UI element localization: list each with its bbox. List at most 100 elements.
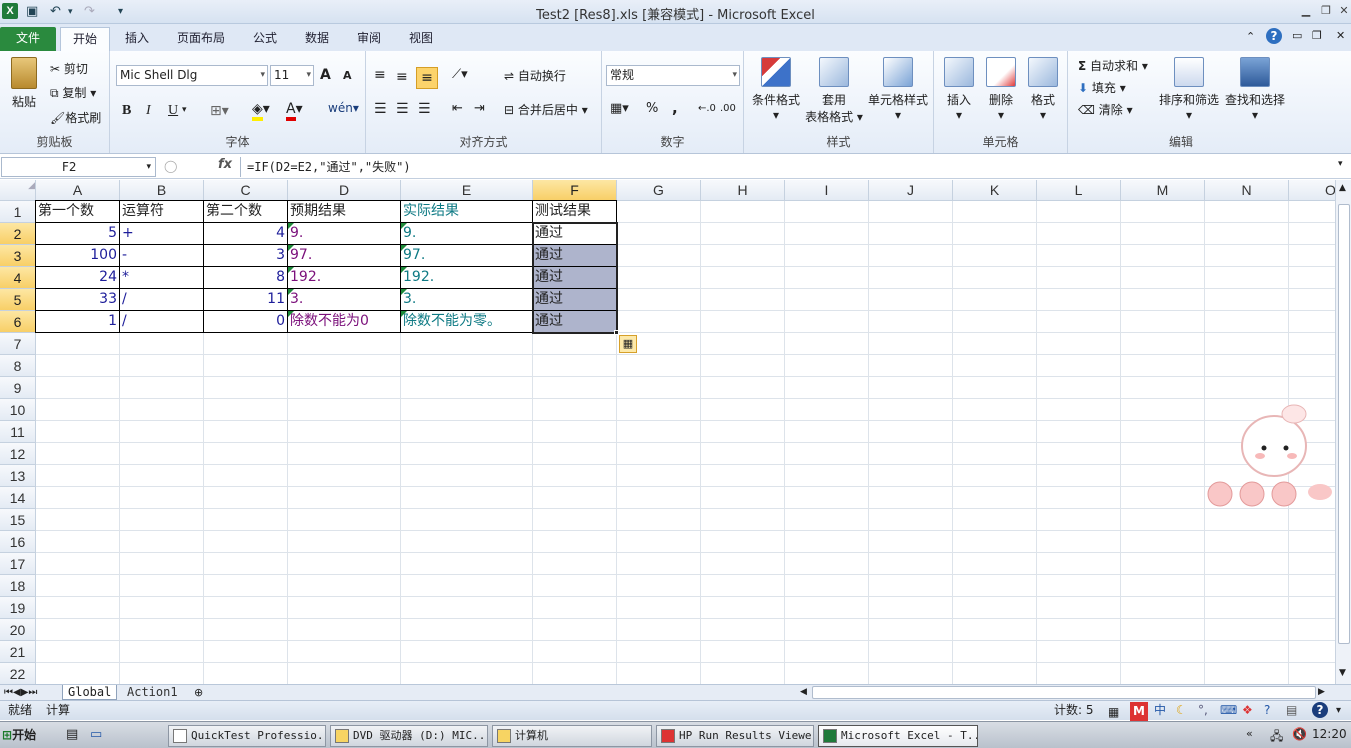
tab-home[interactable]: 开始: [60, 27, 110, 51]
cell[interactable]: [785, 311, 869, 333]
cell[interactable]: [401, 597, 533, 619]
cell[interactable]: [533, 333, 617, 355]
cell[interactable]: [785, 399, 869, 421]
cell[interactable]: [120, 509, 204, 531]
taskbar-item-quicktest[interactable]: QuickTest Professio...: [168, 725, 326, 747]
cell[interactable]: [617, 619, 701, 641]
cell[interactable]: [288, 377, 401, 399]
cell[interactable]: [617, 311, 701, 333]
cell[interactable]: [869, 421, 953, 443]
cell[interactable]: [1205, 575, 1289, 597]
cell[interactable]: [1121, 245, 1205, 267]
cell[interactable]: [1037, 619, 1121, 641]
scroll-left-icon[interactable]: ◀: [800, 685, 807, 700]
cell[interactable]: [1121, 311, 1205, 333]
cell[interactable]: [120, 641, 204, 663]
cell[interactable]: [1289, 509, 1335, 531]
table-cell[interactable]: /: [119, 288, 204, 311]
tray-expand-icon[interactable]: «: [1246, 727, 1253, 740]
cell[interactable]: [401, 509, 533, 531]
cell[interactable]: [401, 575, 533, 597]
cell[interactable]: [288, 487, 401, 509]
table-cell[interactable]: 24: [35, 266, 120, 289]
cell[interactable]: [1289, 355, 1335, 377]
help-icon[interactable]: ?: [1266, 28, 1282, 44]
cell[interactable]: [953, 245, 1037, 267]
row-header-16[interactable]: 16: [0, 531, 36, 553]
align-left-icon[interactable]: ☰: [374, 101, 387, 117]
cell[interactable]: [869, 267, 953, 289]
cell[interactable]: [1205, 333, 1289, 355]
table-cell[interactable]: 97.: [400, 244, 533, 267]
cell[interactable]: [1121, 333, 1205, 355]
cell[interactable]: [701, 201, 785, 223]
cell[interactable]: [1121, 421, 1205, 443]
font-family-select[interactable]: Mic Shell Dlg ▾: [116, 65, 268, 86]
ime-menu-icon[interactable]: ▤: [1286, 701, 1297, 720]
cell[interactable]: [401, 641, 533, 663]
cell[interactable]: [617, 663, 701, 684]
cell[interactable]: [288, 575, 401, 597]
cell[interactable]: [617, 443, 701, 465]
cell[interactable]: [1205, 311, 1289, 333]
cell[interactable]: [533, 597, 617, 619]
table-cell[interactable]: 5: [35, 222, 120, 245]
find-select-button[interactable]: 查找和选择 ▾: [1222, 57, 1288, 122]
header-cell[interactable]: 测试结果: [532, 200, 617, 223]
cell[interactable]: [1037, 553, 1121, 575]
cell[interactable]: [869, 355, 953, 377]
cell[interactable]: [1037, 443, 1121, 465]
cell[interactable]: [1289, 311, 1335, 333]
cell[interactable]: [869, 619, 953, 641]
cell[interactable]: [1289, 201, 1335, 223]
cell[interactable]: [120, 575, 204, 597]
header-cell[interactable]: 实际结果: [400, 200, 533, 223]
cell[interactable]: [869, 641, 953, 663]
cell[interactable]: [785, 531, 869, 553]
sheet-tab-global[interactable]: Global: [62, 685, 118, 700]
chevron-down-icon[interactable]: ▾: [146, 158, 151, 176]
cell[interactable]: [1289, 245, 1335, 267]
network-icon[interactable]: 🖧: [1270, 727, 1283, 748]
close-icon[interactable]: ✕: [1334, 2, 1351, 20]
cell[interactable]: [1289, 223, 1335, 245]
cell[interactable]: [1205, 553, 1289, 575]
cell[interactable]: [1289, 333, 1335, 355]
cell[interactable]: [701, 399, 785, 421]
cell[interactable]: [1037, 641, 1121, 663]
cell[interactable]: [1121, 377, 1205, 399]
row-header-21[interactable]: 21: [0, 641, 36, 663]
cell[interactable]: [1037, 487, 1121, 509]
scroll-right-icon[interactable]: ▶: [1318, 685, 1325, 700]
row-header-17[interactable]: 17: [0, 553, 36, 575]
cell[interactable]: [288, 641, 401, 663]
table-cell[interactable]: +: [119, 222, 204, 245]
format-cells-button[interactable]: 格式 ▾: [1022, 57, 1064, 122]
cell[interactable]: [533, 663, 617, 684]
cell[interactable]: [617, 465, 701, 487]
table-cell[interactable]: 4: [203, 222, 288, 245]
cell[interactable]: [36, 619, 120, 641]
header-cell[interactable]: 运算符: [119, 200, 204, 223]
quicklaunch-desktop-icon[interactable]: ▤: [66, 727, 78, 742]
doc-minimize-icon[interactable]: ▭: [1292, 29, 1302, 42]
cell[interactable]: [1289, 575, 1335, 597]
decrease-decimal-icon[interactable]: .00: [720, 103, 736, 114]
row-header-2[interactable]: 2: [0, 223, 36, 245]
cell[interactable]: [1121, 663, 1205, 684]
row-header-8[interactable]: 8: [0, 355, 36, 377]
tab-view[interactable]: 视图: [398, 27, 444, 51]
table-cell[interactable]: 除数不能为零。: [400, 310, 533, 333]
cell[interactable]: [617, 509, 701, 531]
cell[interactable]: [953, 421, 1037, 443]
number-format-select[interactable]: 常规 ▾: [606, 65, 740, 86]
cell[interactable]: [785, 421, 869, 443]
column-header-f[interactable]: F: [533, 180, 617, 201]
cell[interactable]: [1121, 355, 1205, 377]
cell[interactable]: [1121, 641, 1205, 663]
cell[interactable]: [953, 663, 1037, 684]
cell[interactable]: [701, 333, 785, 355]
cell[interactable]: [1205, 597, 1289, 619]
column-header-h[interactable]: H: [701, 180, 785, 201]
cell[interactable]: [1037, 663, 1121, 684]
